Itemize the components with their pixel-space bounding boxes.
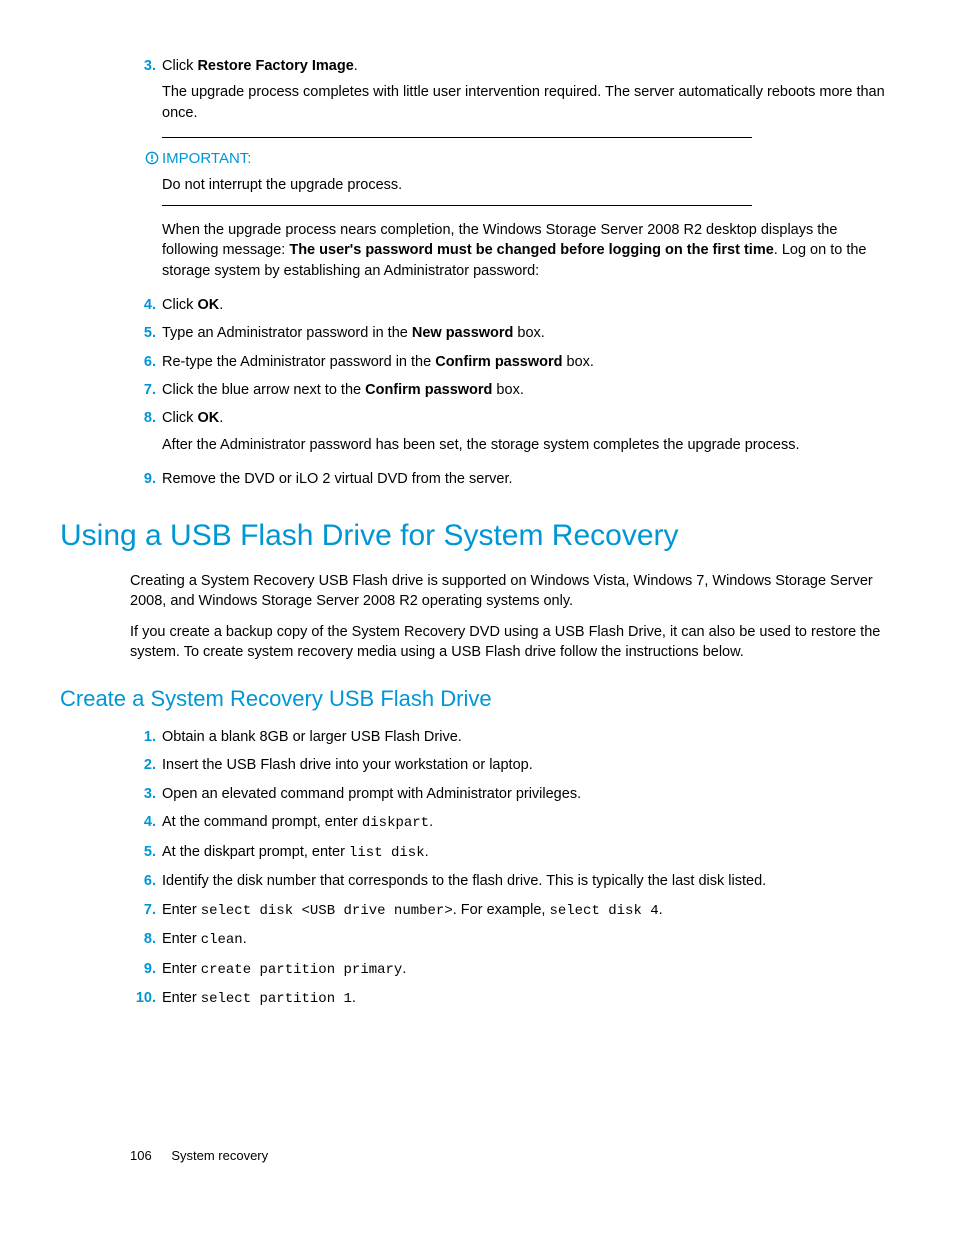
list-item: 1. Obtain a blank 8GB or larger USB Flash…: [130, 727, 894, 747]
important-label: IMPORTANT:: [162, 148, 251, 169]
list-text: Click OK.: [162, 295, 894, 315]
list-number: 4.: [130, 295, 156, 315]
important-heading: IMPORTANT:: [144, 148, 752, 169]
important-callout: IMPORTANT: Do not interrupt the upgrade p…: [162, 137, 752, 206]
list-item: 9. Enter create partition primary.: [130, 959, 894, 981]
list-text: Remove the DVD or iLO 2 virtual DVD from…: [162, 469, 894, 489]
sub-paragraph: After the Administrator password has bee…: [162, 435, 894, 455]
list-text: Enter create partition primary.: [162, 959, 894, 981]
list-item: 7. Click the blue arrow next to the Confi…: [130, 380, 894, 400]
sub-paragraph: The upgrade process completes with littl…: [162, 82, 894, 123]
ordered-list-1: 3.Click Restore Factory Image.The upgrad…: [130, 56, 894, 489]
list-number: 9.: [130, 469, 156, 489]
list-number: 5.: [130, 323, 156, 343]
list-number: 9.: [130, 959, 156, 981]
list-number: 3.: [130, 784, 156, 804]
list-item: 5. Type an Administrator password in the …: [130, 323, 894, 343]
list-text: Enter select partition 1.: [162, 988, 894, 1010]
body-paragraph: If you create a backup copy of the Syste…: [130, 622, 894, 663]
list-text: At the command prompt, enter diskpart.: [162, 812, 894, 834]
list-item: 7. Enter select disk <USB drive number>. …: [130, 900, 894, 922]
list-text: Enter clean.: [162, 929, 894, 951]
ordered-list-2: 1. Obtain a blank 8GB or larger USB Flash…: [130, 727, 894, 1010]
list-text: At the diskpart prompt, enter list disk.: [162, 842, 894, 864]
list-text: Click the blue arrow next to the Confirm…: [162, 380, 894, 400]
list-number: 4.: [130, 812, 156, 834]
list-text: Type an Administrator password in the Ne…: [162, 323, 894, 343]
list-item: 8. Enter clean.: [130, 929, 894, 951]
list-text: Identify the disk number that correspond…: [162, 871, 894, 891]
list-number: 2.: [130, 755, 156, 775]
list-text: Re-type the Administrator password in th…: [162, 352, 894, 372]
list-number: 3.: [130, 56, 156, 287]
list-text: Open an elevated command prompt with Adm…: [162, 784, 894, 804]
list-number: 5.: [130, 842, 156, 864]
list-number: 7.: [130, 900, 156, 922]
list-item: 6. Identify the disk number that correspo…: [130, 871, 894, 891]
list-text: Obtain a blank 8GB or larger USB Flash D…: [162, 727, 894, 747]
list-item: 3.Click Restore Factory Image.The upgrad…: [130, 56, 894, 287]
list-item: 9. Remove the DVD or iLO 2 virtual DVD fr…: [130, 469, 894, 489]
list-item: 6. Re-type the Administrator password in …: [130, 352, 894, 372]
heading-2: Create a System Recovery USB Flash Drive: [60, 684, 894, 715]
list-number: 6.: [130, 871, 156, 891]
page-number: 106: [130, 1148, 152, 1163]
list-item: 4. Click OK.: [130, 295, 894, 315]
body-paragraph: Creating a System Recovery USB Flash dri…: [130, 571, 894, 612]
list-text: Insert the USB Flash drive into your wor…: [162, 755, 894, 775]
list-number: 1.: [130, 727, 156, 747]
list-item: 4. At the command prompt, enter diskpart.: [130, 812, 894, 834]
list-item: 3. Open an elevated command prompt with A…: [130, 784, 894, 804]
page-content: 3.Click Restore Factory Image.The upgrad…: [0, 0, 954, 1010]
list-text: Enter select disk <USB drive number>. Fo…: [162, 900, 894, 922]
list-item: 2. Insert the USB Flash drive into your w…: [130, 755, 894, 775]
list-number: 7.: [130, 380, 156, 400]
page-footer: 106 System recovery: [130, 1147, 268, 1165]
list-item: 10. Enter select partition 1.: [130, 988, 894, 1010]
list-number: 6.: [130, 352, 156, 372]
list-number: 8.: [130, 408, 156, 461]
list-text: Click OK.After the Administrator passwor…: [162, 408, 894, 461]
sub-paragraph: When the upgrade process nears completio…: [162, 220, 894, 281]
list-text: Click Restore Factory Image.The upgrade …: [162, 56, 894, 287]
list-item: 5. At the diskpart prompt, enter list dis…: [130, 842, 894, 864]
list-item: 8.Click OK.After the Administrator passw…: [130, 408, 894, 461]
alert-icon: [144, 151, 159, 166]
list-number: 8.: [130, 929, 156, 951]
heading-1: Using a USB Flash Drive for System Recov…: [60, 515, 894, 557]
footer-title: System recovery: [171, 1148, 268, 1163]
important-text: Do not interrupt the upgrade process.: [162, 175, 752, 195]
list-number: 10.: [130, 988, 156, 1010]
